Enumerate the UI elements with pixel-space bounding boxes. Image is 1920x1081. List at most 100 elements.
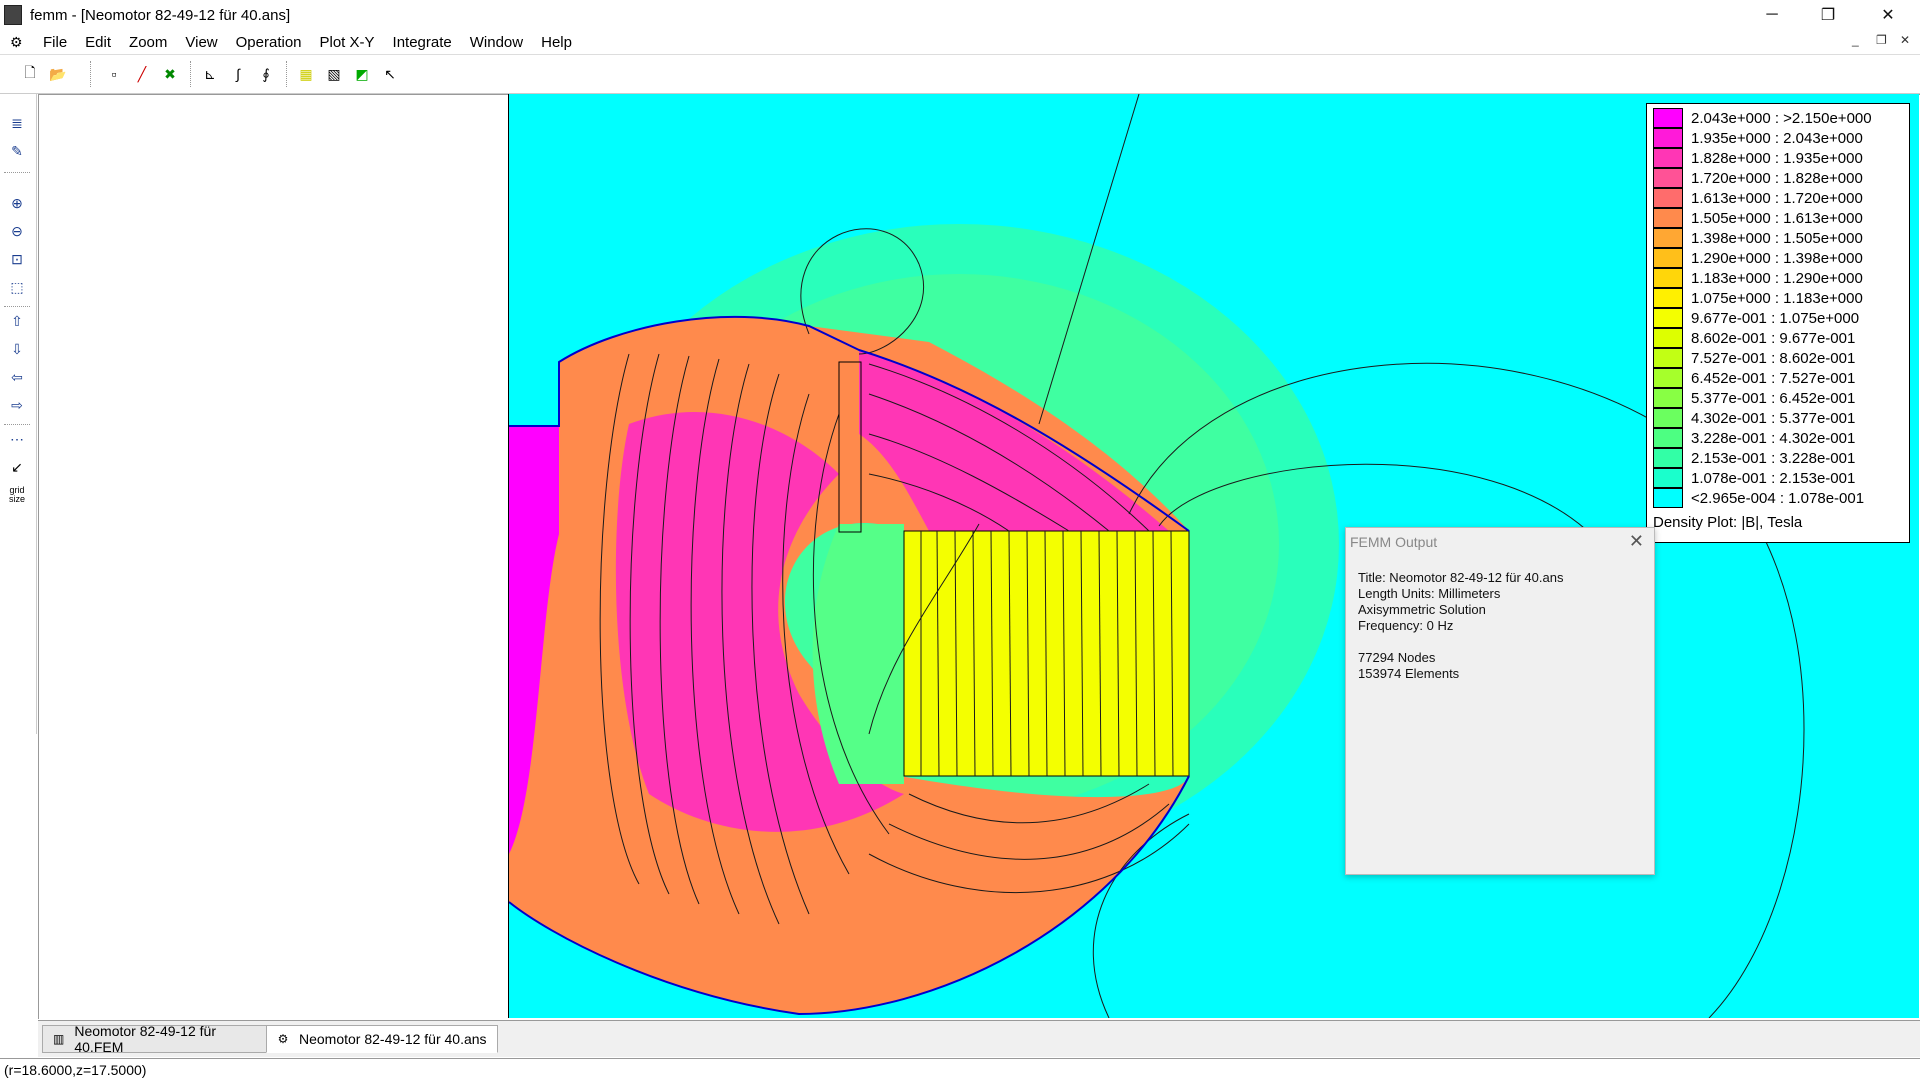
pan-right-icon[interactable]: ⇨ — [6, 394, 28, 416]
toolbar-separator — [286, 61, 289, 87]
legend-swatch — [1653, 288, 1683, 308]
show-mesh-icon[interactable]: ▦ — [294, 62, 318, 86]
show-grid-icon[interactable]: ⋯ — [6, 428, 28, 450]
output-line-solution: Axisymmetric Solution — [1358, 602, 1486, 617]
restore-button[interactable]: ❐ — [1800, 0, 1856, 30]
tab-ans-document[interactable]: ⚙ Neomotor 82-49-12 für 40.ans — [266, 1025, 498, 1053]
output-line-nodes: 77294 Nodes — [1358, 650, 1436, 665]
mdi-restore-button[interactable]: ❐ — [1876, 33, 1887, 47]
legend-entry: 3.228e-001 : 4.302e-001 — [1653, 428, 1855, 448]
legend-swatch — [1653, 408, 1683, 428]
legend-swatch — [1653, 368, 1683, 388]
legend-entry: 1.398e+000 : 1.505e+000 — [1653, 228, 1863, 248]
sidebar-separator — [4, 172, 30, 173]
document-tab-bar: ▥ Neomotor 82-49-12 für 40.FEM ⚙ Neomoto… — [38, 1020, 1920, 1057]
open-folder-icon[interactable]: 📂 — [46, 62, 70, 86]
contour-plot-icon[interactable]: ▧ — [322, 62, 346, 86]
point-mode-icon[interactable]: ▫ — [102, 62, 126, 86]
legend-swatch — [1653, 428, 1683, 448]
legend-swatch — [1653, 108, 1683, 128]
output-line-blank — [1358, 634, 1563, 650]
femm-output-window[interactable]: FEMM Output ✕ Title: Neomotor 82-49-12 f… — [1345, 527, 1655, 875]
menu-operation[interactable]: Operation — [227, 34, 311, 51]
ans-document-icon: ⚙ — [277, 1032, 289, 1046]
tab-label: Neomotor 82-49-12 für 40.FEM — [74, 1023, 216, 1055]
legend-swatch — [1653, 468, 1683, 488]
menu-help[interactable]: Help — [532, 34, 581, 51]
zoom-natural-icon[interactable]: ⊡ — [6, 248, 28, 270]
output-line-title: Title: Neomotor 82-49-12 für 40.ans — [1358, 570, 1564, 585]
document-system-menu-icon[interactable]: ⚙ — [10, 34, 28, 50]
coordinate-readout: (r=18.6000,z=17.5000) — [4, 1062, 147, 1078]
menu-integrate[interactable]: Integrate — [384, 34, 461, 51]
area-mode-icon[interactable]: ✖ — [158, 62, 182, 86]
mdi-close-button[interactable]: ✕ — [1900, 33, 1910, 47]
mdi-minimize-button[interactable]: _ — [1852, 33, 1859, 47]
output-close-button[interactable]: ✕ — [1629, 531, 1644, 552]
legend-entry: 1.828e+000 : 1.935e+000 — [1653, 148, 1863, 168]
minimize-button[interactable]: ─ — [1744, 0, 1800, 30]
legend-entry: <2.965e-004 : 1.078e-001 — [1653, 488, 1864, 508]
output-text: Title: Neomotor 82-49-12 für 40.ans Leng… — [1358, 570, 1563, 682]
left-toolbar: ≣ ✎ ⊕ ⊖ ⊡ ⬚ ⇧ ⇩ ⇦ ⇨ ⋯ ↙ grid size — [0, 94, 37, 734]
legend-entry: 7.527e-001 : 8.602e-001 — [1653, 348, 1855, 368]
output-window-title: FEMM Output — [1350, 534, 1438, 550]
legend-entry: 8.602e-001 : 9.677e-001 — [1653, 328, 1855, 348]
legend-swatch — [1653, 188, 1683, 208]
legend-entry: 1.505e+000 : 1.613e+000 — [1653, 208, 1863, 228]
legend-entry: 1.935e+000 : 2.043e+000 — [1653, 128, 1863, 148]
femm-app-icon — [4, 5, 22, 25]
menu-plot-xy[interactable]: Plot X-Y — [311, 34, 384, 51]
menu-zoom[interactable]: Zoom — [120, 34, 176, 51]
sidebar-separator — [4, 306, 30, 307]
contour-line-icon[interactable]: ╱ — [130, 62, 154, 86]
view-results-icon[interactable]: ≣ — [6, 112, 28, 134]
tab-fem-document[interactable]: ▥ Neomotor 82-49-12 für 40.FEM — [42, 1023, 270, 1055]
menu-edit[interactable]: Edit — [76, 34, 120, 51]
menu-view[interactable]: View — [176, 34, 226, 51]
legend-entry: 2.043e+000 : >2.150e+000 — [1653, 108, 1872, 128]
edit-notes-icon[interactable]: ✎ — [6, 140, 28, 162]
pan-left-icon[interactable]: ⇦ — [6, 366, 28, 388]
output-line-frequency: Frequency: 0 Hz — [1358, 618, 1454, 633]
zoom-out-icon[interactable]: ⊖ — [6, 220, 28, 242]
plot-xy-icon[interactable]: ⊾ — [198, 62, 222, 86]
pan-down-icon[interactable]: ⇩ — [6, 338, 28, 360]
legend-entry: 5.377e-001 : 6.452e-001 — [1653, 388, 1855, 408]
legend-swatch — [1653, 168, 1683, 188]
menu-bar: ⚙ File Edit Zoom View Operation Plot X-Y… — [0, 30, 1920, 54]
toolbar: 🗋 📂 ▫ ╱ ✖ ⊾ ∫ ∮ ▦ ▧ ◩ ↖ — [0, 54, 1920, 94]
legend-entry: 4.302e-001 : 5.377e-001 — [1653, 408, 1855, 428]
block-integral-icon[interactable]: ∮ — [254, 62, 278, 86]
toolbar-separator — [190, 61, 193, 87]
tab-label: Neomotor 82-49-12 für 40.ans — [299, 1031, 487, 1047]
menu-window[interactable]: Window — [461, 34, 532, 51]
line-integral-icon[interactable]: ∫ — [226, 62, 250, 86]
snap-grid-icon[interactable]: ↙ — [6, 456, 28, 478]
legend-swatch — [1653, 208, 1683, 228]
legend-swatch — [1653, 308, 1683, 328]
status-bar: (r=18.6000,z=17.5000) — [0, 1058, 1920, 1081]
vector-plot-icon[interactable]: ↖ — [378, 62, 402, 86]
zoom-window-icon[interactable]: ⬚ — [6, 276, 28, 298]
gap-region — [812, 524, 904, 784]
close-button[interactable]: ✕ — [1860, 0, 1916, 30]
legend-swatch — [1653, 228, 1683, 248]
grid-size-icon[interactable]: grid size — [6, 484, 28, 506]
menu-file[interactable]: File — [34, 34, 76, 51]
legend-title: Density Plot: |B|, Tesla — [1653, 514, 1803, 531]
legend-entry: 9.677e-001 : 1.075e+000 — [1653, 308, 1859, 328]
fem-document-icon: ▥ — [53, 1032, 65, 1046]
legend-swatch — [1653, 488, 1683, 508]
zoom-in-icon[interactable]: ⊕ — [6, 192, 28, 214]
density-plot-icon[interactable]: ◩ — [350, 62, 374, 86]
legend-swatch — [1653, 148, 1683, 168]
window-title: femm - [Neomotor 82-49-12 für 40.ans] — [30, 6, 291, 24]
legend-entry: 1.290e+000 : 1.398e+000 — [1653, 248, 1863, 268]
new-document-icon[interactable]: 🗋 — [18, 62, 42, 86]
legend-entry: 6.452e-001 : 7.527e-001 — [1653, 368, 1855, 388]
title-bar: femm - [Neomotor 82-49-12 für 40.ans] ─ … — [0, 0, 1920, 30]
legend-entry: 2.153e-001 : 3.228e-001 — [1653, 448, 1855, 468]
pan-up-icon[interactable]: ⇧ — [6, 310, 28, 332]
legend-entry: 1.078e-001 : 2.153e-001 — [1653, 468, 1855, 488]
